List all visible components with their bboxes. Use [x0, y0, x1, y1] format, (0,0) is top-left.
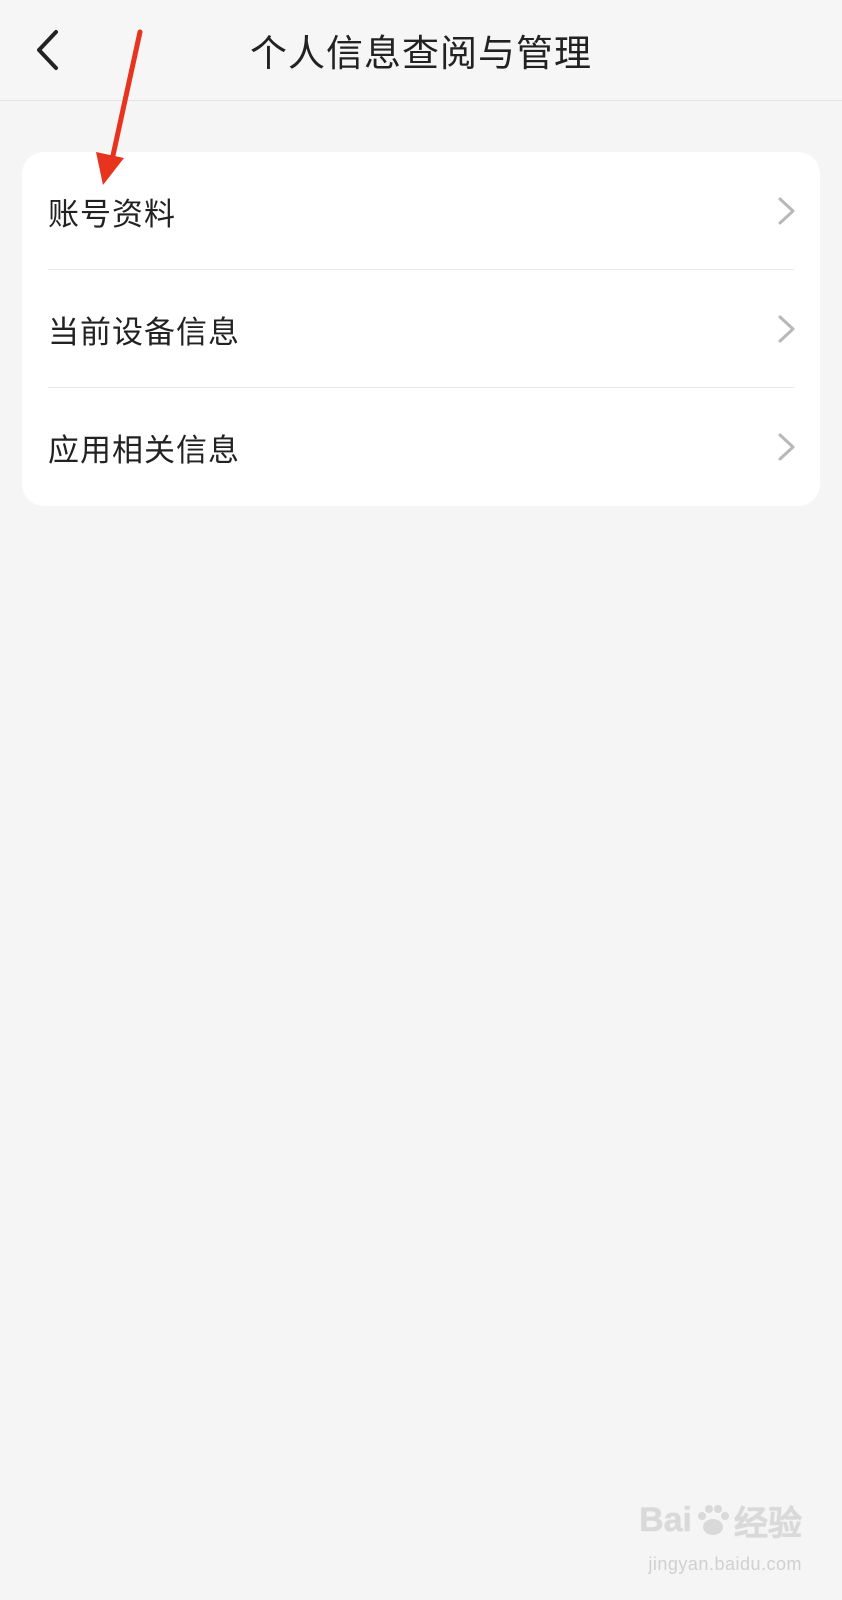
chevron-right-icon	[778, 197, 795, 225]
list-item-account-profile[interactable]: 账号资料	[22, 152, 820, 270]
list-item-label: 账号资料	[48, 196, 176, 233]
list-item-label: 应用相关信息	[48, 432, 240, 469]
list-item-app-related-info[interactable]: 应用相关信息	[22, 388, 820, 506]
watermark-brand-text: Bai	[639, 1501, 692, 1539]
list-item-current-device-info[interactable]: 当前设备信息	[22, 270, 820, 388]
paw-icon	[698, 1504, 729, 1535]
settings-list-card: 账号资料 当前设备信息 应用相关信息	[22, 152, 820, 506]
chevron-right-icon	[778, 315, 795, 343]
back-button[interactable]	[18, 20, 78, 80]
page: 个人信息查阅与管理 账号资料 当前设备信息 应用相关信息 Bai 经验 jing…	[0, 0, 842, 1600]
watermark-brand: Bai 经验	[639, 1496, 802, 1545]
watermark: Bai 经验 jingyan.baidu.com	[622, 1496, 802, 1586]
list-item-label: 当前设备信息	[48, 314, 240, 351]
page-title: 个人信息查阅与管理	[250, 32, 592, 75]
chevron-left-icon	[37, 30, 58, 70]
watermark-site: jingyan.baidu.com	[648, 1554, 802, 1574]
watermark-brand-suffix: 经验	[734, 1505, 802, 1543]
chevron-right-icon	[778, 433, 795, 461]
top-navigation-bar: 个人信息查阅与管理	[0, 0, 842, 101]
